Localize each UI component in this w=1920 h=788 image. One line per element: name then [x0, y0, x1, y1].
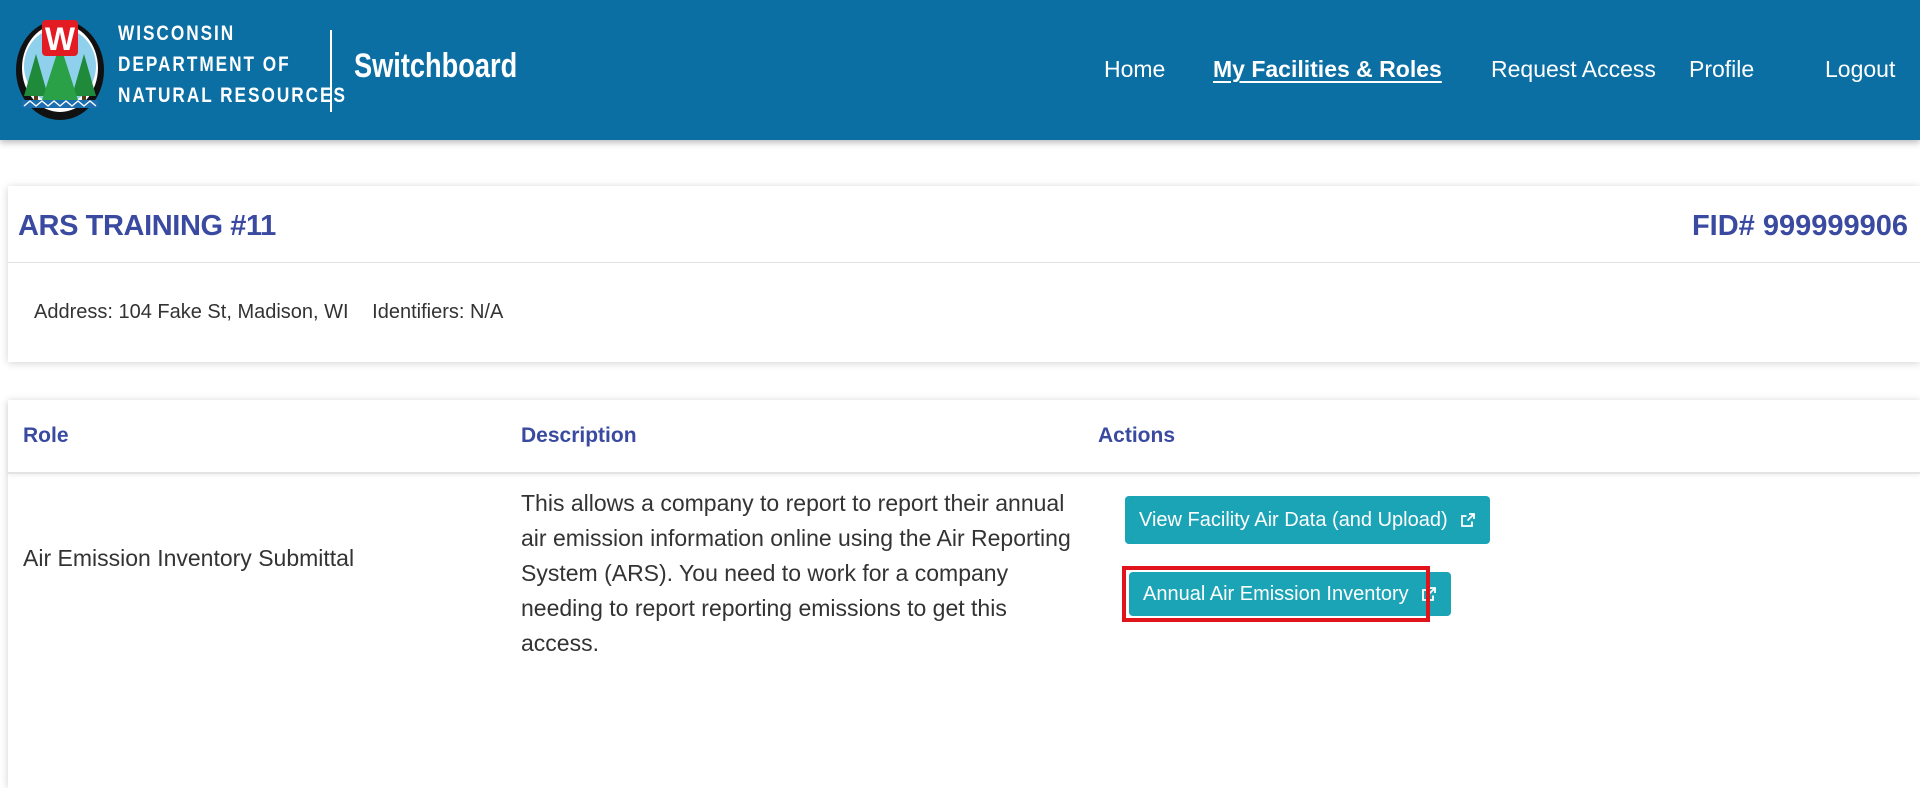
wdnr-logo[interactable]: W: [14, 14, 106, 122]
external-link-icon: [1460, 513, 1475, 527]
role-name: Air Emission Inventory Submittal: [23, 545, 355, 571]
table-header: Role Description Actions: [8, 400, 1920, 474]
column-header-role: Role: [23, 424, 69, 447]
agency-line-2: DEPARTMENT OF: [118, 53, 291, 76]
header-divider: [330, 30, 332, 112]
facility-info: Address: 104 Fake St, Madison, WI Identi…: [34, 298, 521, 326]
nav-profile[interactable]: Profile: [1689, 52, 1754, 86]
facility-identifiers: Identifiers: N/A: [372, 301, 504, 323]
logo-letter: W: [45, 21, 76, 57]
agency-line-3: NATURAL RESOURCES: [118, 84, 347, 107]
view-facility-air-data-button[interactable]: View Facility Air Data (and Upload): [1125, 496, 1490, 544]
facility-name: ARS TRAINING #11: [18, 210, 276, 242]
card-divider: [8, 262, 1920, 263]
agency-name: WISCONSIN DEPARTMENT OF NATURAL RESOURCE…: [118, 18, 347, 111]
column-header-description: Description: [521, 424, 637, 447]
facility-fid: FID# 999999906: [1691, 210, 1908, 242]
agency-line-1: WISCONSIN: [118, 22, 236, 45]
nav-request-access[interactable]: Request Access: [1491, 52, 1656, 86]
nav-home[interactable]: Home: [1104, 52, 1165, 86]
role-description: This allows a company to report to repor…: [521, 490, 1071, 656]
view-facility-air-data-label: View Facility Air Data (and Upload): [1139, 509, 1448, 531]
top-navbar: W WISCONSIN DEPARTMENT OF NATURAL RESOUR…: [0, 0, 1920, 140]
column-header-actions: Actions: [1098, 424, 1176, 447]
nav-logout[interactable]: Logout: [1825, 52, 1895, 86]
roles-table: Role Description Actions Air Emission In…: [8, 400, 1920, 788]
facility-card: ARS TRAINING #11 FID# 999999906 Address:…: [8, 186, 1920, 362]
app-title[interactable]: Switchboard: [354, 46, 517, 86]
facility-address: Address: 104 Fake St, Madison, WI: [34, 301, 349, 323]
nav-my-facilities-roles[interactable]: My Facilities & Roles: [1213, 52, 1442, 86]
highlight-box: [1122, 566, 1430, 622]
